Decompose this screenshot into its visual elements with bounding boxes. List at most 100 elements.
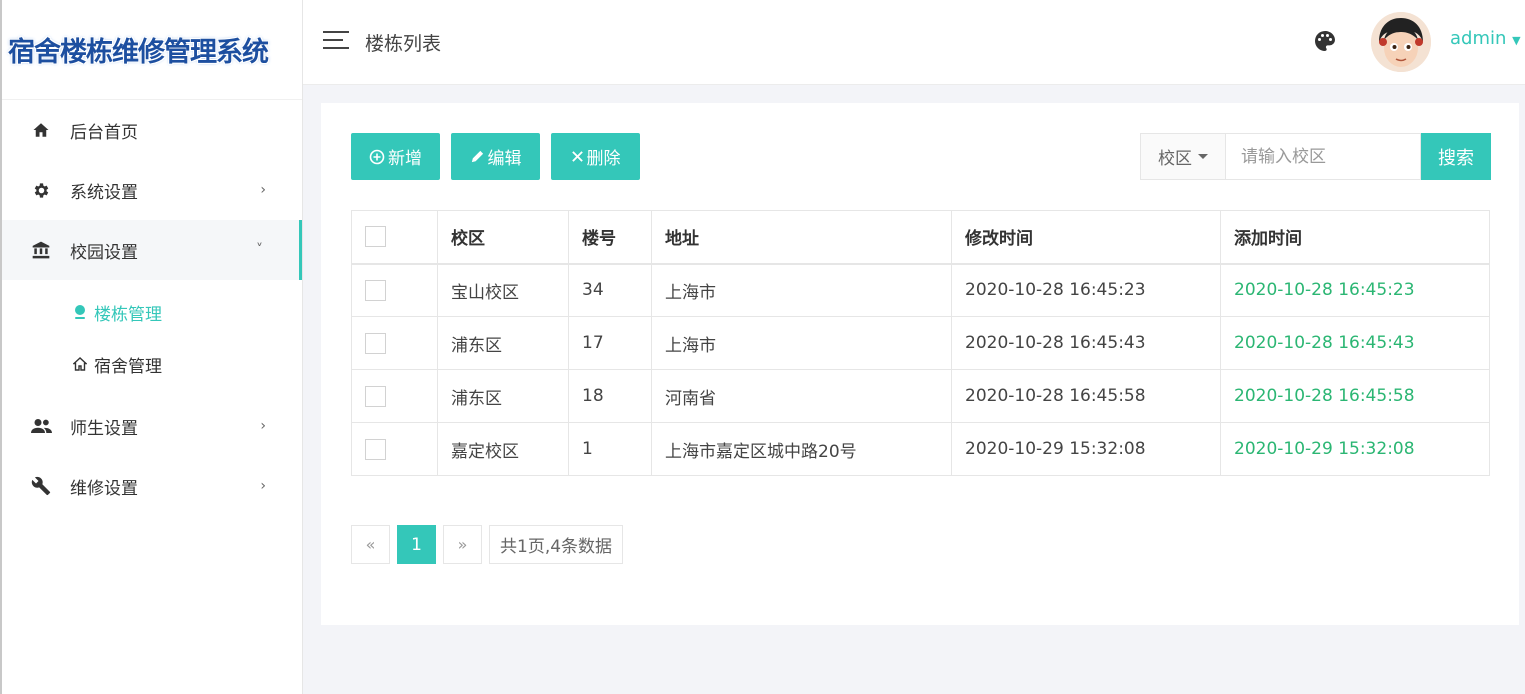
caret-down-icon: ▼ (1512, 34, 1521, 47)
chevron-right-icon: › (260, 182, 266, 198)
menu-toggle-icon[interactable] (323, 31, 349, 51)
cell-address: 上海市嘉定区城中路20号 (651, 422, 952, 476)
sidebar-item-label: 校园设置 (70, 242, 138, 263)
table-row[interactable]: 浦东区 17 上海市 2020-10-28 16:45:43 2020-10-2… (351, 316, 1490, 370)
page-1-button[interactable]: 1 (397, 525, 436, 564)
avatar[interactable] (1371, 12, 1431, 72)
edit-button[interactable]: 编辑 (451, 133, 540, 180)
cell-modified-time: 2020-10-28 16:45:58 (951, 369, 1221, 423)
delete-button[interactable]: 删除 (551, 133, 640, 180)
sidebar-item-label: 系统设置 (70, 182, 138, 203)
cell-modified-time: 2020-10-28 16:45:23 (951, 263, 1221, 317)
cell-address: 上海市 (651, 263, 952, 317)
search-bar: 校区 搜索 (1140, 133, 1491, 180)
table-row[interactable]: 宝山校区 34 上海市 2020-10-28 16:45:23 2020-10-… (351, 263, 1490, 317)
caret-down-icon (1198, 154, 1208, 159)
cell-campus: 宝山校区 (437, 263, 569, 317)
chevron-right-icon: › (260, 478, 266, 494)
edit-label: 编辑 (487, 149, 522, 168)
row-select-cell (351, 422, 438, 476)
users-icon (30, 415, 52, 437)
gear-icon (30, 179, 52, 201)
cell-building-no: 1 (568, 422, 652, 476)
pagination: « 1 » 共1页,4条数据 (351, 525, 630, 564)
cell-building-no: 18 (568, 369, 652, 423)
row-checkbox[interactable] (365, 279, 386, 301)
location-icon (72, 304, 88, 320)
column-header: 楼号 (568, 210, 652, 265)
sidebar-item-label: 师生设置 (70, 418, 138, 439)
campus-submenu: 楼栋管理 宿舍管理 (2, 280, 302, 396)
sidebar-item-repair[interactable]: 维修设置 › (2, 456, 302, 516)
chevron-down-icon: ˅ (256, 242, 263, 258)
row-select-cell (351, 369, 438, 423)
cell-address: 河南省 (651, 369, 952, 423)
page-info: 共1页,4条数据 (489, 525, 624, 564)
username: admin (1450, 28, 1507, 49)
palette-icon[interactable] (1313, 29, 1337, 53)
page-title: 楼栋列表 (365, 33, 442, 55)
cell-address: 上海市 (651, 316, 952, 370)
search-button[interactable]: 搜索 (1421, 133, 1491, 180)
close-icon (571, 150, 584, 163)
select-all-cell (351, 210, 438, 265)
sidebar-menu-lower: 师生设置 › 维修设置 › (2, 396, 302, 516)
prev-page-button[interactable]: « (351, 525, 390, 564)
sidebar-subitem-label: 楼栋管理 (94, 304, 162, 325)
app-title: 宿舍楼栋维修管理系统 (8, 37, 269, 68)
cell-campus: 浦东区 (437, 369, 569, 423)
table-row[interactable]: 浦东区 18 河南省 2020-10-28 16:45:58 2020-10-2… (351, 369, 1490, 423)
sidebar-item-system[interactable]: 系统设置 › (2, 160, 302, 220)
cell-added-time: 2020-10-29 15:32:08 (1220, 422, 1490, 476)
cell-building-no: 17 (568, 316, 652, 370)
search-field-select[interactable]: 校区 (1140, 133, 1226, 180)
building-table: 校区 楼号 地址 修改时间 添加时间 宝山校区 34 上海市 2020-10-2… (351, 210, 1490, 476)
cell-campus: 嘉定校区 (437, 422, 569, 476)
cell-building-no: 34 (568, 263, 652, 317)
row-select-cell (351, 263, 438, 317)
column-header: 修改时间 (951, 210, 1221, 265)
column-header: 地址 (651, 210, 952, 265)
sidebar-subitem-label: 宿舍管理 (94, 356, 162, 377)
table-row[interactable]: 嘉定校区 1 上海市嘉定区城中路20号 2020-10-29 15:32:08 … (351, 422, 1490, 476)
sidebar-item-people[interactable]: 师生设置 › (2, 396, 302, 456)
table-header-row: 校区 楼号 地址 修改时间 添加时间 (351, 210, 1490, 265)
sidebar-item-campus[interactable]: 校园设置 ˅ (2, 220, 302, 280)
bank-icon (30, 239, 52, 261)
cell-added-time: 2020-10-28 16:45:43 (1220, 316, 1490, 370)
row-checkbox[interactable] (365, 385, 386, 407)
top-header: 楼栋列表 admin ▼ (303, 0, 1525, 85)
row-select-cell (351, 316, 438, 370)
pencil-icon (470, 149, 485, 164)
cell-modified-time: 2020-10-29 15:32:08 (951, 422, 1221, 476)
add-label: 新增 (388, 149, 422, 168)
sidebar-item-label: 维修设置 (70, 478, 138, 499)
row-checkbox[interactable] (365, 332, 386, 354)
add-button[interactable]: 新增 (351, 133, 440, 180)
next-page-button[interactable]: » (443, 525, 482, 564)
house-icon (72, 357, 88, 371)
user-menu[interactable]: admin ▼ (1450, 28, 1521, 49)
column-header: 添加时间 (1220, 210, 1490, 265)
sidebar-item-label: 后台首页 (70, 122, 138, 143)
search-field-label: 校区 (1158, 149, 1192, 169)
logo: 宿舍楼栋维修管理系统 (2, 0, 302, 100)
column-header: 校区 (437, 210, 569, 265)
delete-label: 删除 (586, 149, 621, 168)
sidebar-item-home[interactable]: 后台首页 (2, 100, 302, 160)
search-input[interactable] (1226, 133, 1421, 180)
row-checkbox[interactable] (365, 438, 386, 460)
plus-circle-icon (369, 149, 385, 165)
sidebar-subitem-dorm[interactable]: 宿舍管理 (2, 338, 302, 390)
sidebar: 宿舍楼栋维修管理系统 后台首页 系统设置 › 校园设置 ˅ 楼栋管理 宿舍管理 … (0, 0, 303, 694)
content-card: 新增 编辑 删除 校区 搜索 校区 楼号 地址 修改时间 添加时间 (321, 103, 1519, 625)
sidebar-menu: 后台首页 系统设置 › 校园设置 ˅ (2, 100, 302, 280)
wrench-icon (30, 475, 52, 497)
cell-added-time: 2020-10-28 16:45:23 (1220, 263, 1490, 317)
chevron-right-icon: › (260, 418, 266, 434)
sidebar-subitem-building[interactable]: 楼栋管理 (2, 286, 302, 338)
home-icon (30, 119, 52, 141)
select-all-checkbox[interactable] (365, 226, 386, 248)
cell-modified-time: 2020-10-28 16:45:43 (951, 316, 1221, 370)
cell-added-time: 2020-10-28 16:45:58 (1220, 369, 1490, 423)
